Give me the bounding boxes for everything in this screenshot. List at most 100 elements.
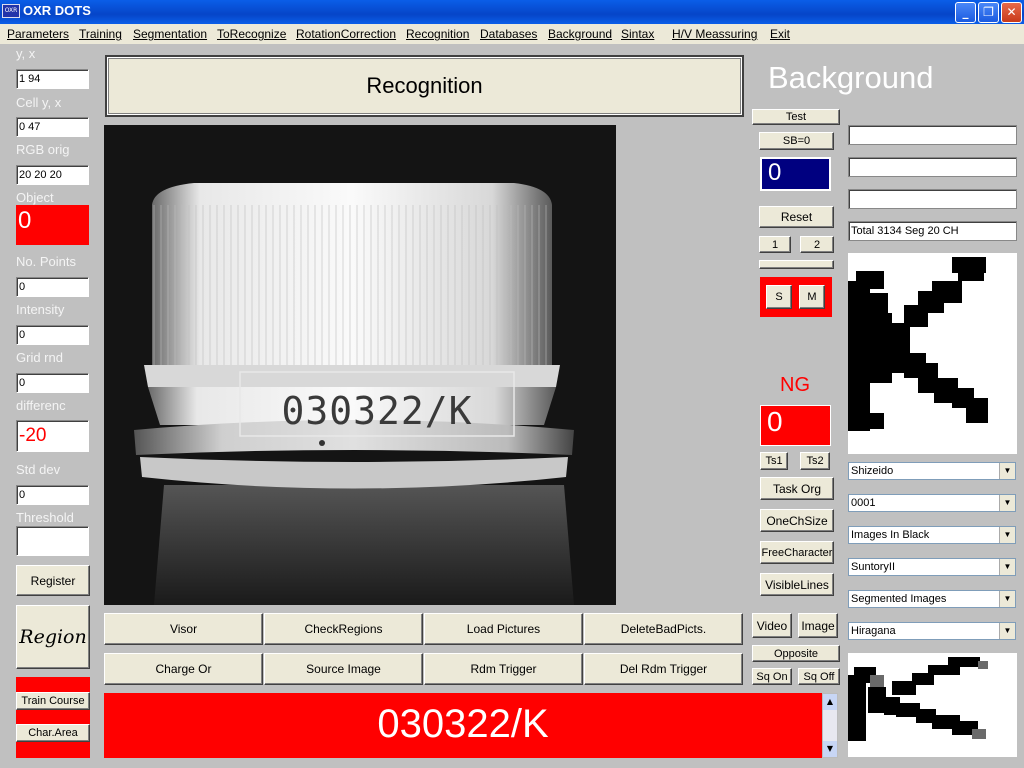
- points-field[interactable]: 0: [16, 277, 89, 297]
- minimize-button[interactable]: _: [955, 2, 976, 23]
- menu-exit[interactable]: Exit: [770, 27, 790, 41]
- train-course-button[interactable]: Train Course: [16, 692, 90, 710]
- menu-training[interactable]: Training: [79, 27, 122, 41]
- register-button[interactable]: Register: [16, 565, 90, 596]
- title-bar: OXR OXR DOTS _ ❐ ✕: [0, 0, 1024, 24]
- character-preview-large: [848, 253, 1017, 454]
- result-scrollbar[interactable]: ▲ ▼: [822, 693, 838, 758]
- character-k-small: [848, 657, 988, 741]
- std-label: Std dev: [16, 462, 61, 477]
- right-field-1[interactable]: [848, 125, 1017, 145]
- combo-code[interactable]: 0001 ▼: [848, 494, 1016, 512]
- grid-field[interactable]: 0: [16, 373, 89, 393]
- one-ch-size-button[interactable]: OneChSize: [760, 509, 834, 532]
- region-button[interactable]: Region: [16, 605, 90, 669]
- blank-slider-button[interactable]: [759, 260, 834, 269]
- combo-charset[interactable]: Hiragana ▼: [848, 622, 1016, 640]
- threshold-field[interactable]: [16, 526, 89, 556]
- yx-field[interactable]: 1 94: [16, 69, 89, 89]
- total-field: Total 3134 Seg 20 CH: [848, 221, 1017, 241]
- menu-parameters[interactable]: Parameters: [7, 27, 69, 41]
- menu-hv-measuring[interactable]: H/V Meassuring: [672, 27, 757, 41]
- std-field[interactable]: 0: [16, 485, 89, 505]
- sq-on-button[interactable]: Sq On: [752, 668, 792, 685]
- app-icon: OXR: [2, 4, 20, 18]
- reset-button[interactable]: Reset: [759, 206, 834, 228]
- dropdown-arrow-icon[interactable]: ▼: [999, 591, 1015, 607]
- m-button[interactable]: M: [799, 285, 825, 309]
- free-character-button[interactable]: FreeCharacter: [760, 541, 834, 564]
- menu-rotationcorrection[interactable]: RotationCorrection: [296, 27, 396, 41]
- menu-recognition[interactable]: Recognition: [406, 27, 469, 41]
- combo-company[interactable]: Shizeido ▼: [848, 462, 1016, 480]
- menu-databases[interactable]: Databases: [480, 27, 537, 41]
- combo-database[interactable]: SuntoryII ▼: [848, 558, 1016, 576]
- right-field-3[interactable]: [848, 189, 1017, 209]
- source-image-button[interactable]: Source Image: [264, 653, 423, 685]
- button-1[interactable]: 1: [759, 236, 791, 253]
- ts2-button[interactable]: Ts2: [800, 452, 830, 470]
- menu-bar: Parameters Training Segmentation ToRecog…: [0, 24, 1024, 44]
- red-status-block: [16, 677, 90, 758]
- intensity-field[interactable]: 0: [16, 325, 89, 345]
- grid-label: Grid rnd: [16, 350, 63, 365]
- background-title: Background: [768, 60, 934, 95]
- dropdown-arrow-icon[interactable]: ▼: [999, 623, 1015, 639]
- char-area-button[interactable]: Char.Area: [16, 724, 90, 742]
- yx-label: y, x: [16, 46, 36, 61]
- ts1-button[interactable]: Ts1: [760, 452, 788, 470]
- result-text: 030322/K: [104, 693, 822, 758]
- character-preview-small: [848, 653, 1017, 757]
- right-field-2[interactable]: [848, 157, 1017, 177]
- sq-off-button[interactable]: Sq Off: [798, 668, 840, 685]
- video-button[interactable]: Video: [752, 613, 792, 638]
- window-title: OXR DOTS: [23, 3, 91, 18]
- dropdown-arrow-icon[interactable]: ▼: [999, 527, 1015, 543]
- s-button[interactable]: S: [766, 285, 792, 309]
- image-button[interactable]: Image: [798, 613, 838, 638]
- combo-segment-mode[interactable]: Segmented Images ▼: [848, 590, 1016, 608]
- rgb-label: RGB orig: [16, 142, 70, 157]
- ng-value: 0: [760, 405, 831, 446]
- scroll-down-icon[interactable]: ▼: [823, 741, 837, 757]
- visible-lines-button[interactable]: VisibleLines: [760, 573, 834, 596]
- intensity-label: Intensity: [16, 302, 65, 317]
- threshold-label: Threshold: [16, 510, 74, 525]
- combo-image-mode[interactable]: Images In Black ▼: [848, 526, 1016, 544]
- dropdown-arrow-icon[interactable]: ▼: [999, 463, 1015, 479]
- rgb-field[interactable]: 20 20 20: [16, 165, 89, 185]
- object-value: 0: [16, 205, 89, 245]
- menu-sintax[interactable]: Sintax: [621, 27, 654, 41]
- check-regions-button[interactable]: CheckRegions: [264, 613, 423, 645]
- diff-field[interactable]: -20: [16, 420, 89, 452]
- cell-label: Cell y, x: [16, 95, 62, 110]
- counter-display: 0: [760, 157, 831, 191]
- cell-field[interactable]: 0 47: [16, 117, 89, 137]
- printed-code-text: 030322/K: [281, 389, 472, 433]
- load-pictures-button[interactable]: Load Pictures: [424, 613, 583, 645]
- scroll-up-icon[interactable]: ▲: [823, 694, 837, 710]
- points-label: No. Points: [16, 254, 76, 269]
- dropdown-arrow-icon[interactable]: ▼: [999, 495, 1015, 511]
- test-button[interactable]: Test: [752, 109, 840, 125]
- task-org-button[interactable]: Task Org: [760, 477, 834, 500]
- bottle-cap-svg: 030322/K: [104, 125, 616, 605]
- close-button[interactable]: ✕: [1001, 2, 1022, 23]
- menu-segmentation[interactable]: Segmentation: [133, 27, 207, 41]
- object-label: Object: [16, 190, 54, 205]
- diff-label: differenc: [16, 398, 66, 413]
- dropdown-arrow-icon[interactable]: ▼: [999, 559, 1015, 575]
- character-k-large: [848, 257, 988, 431]
- delete-bad-picts-button[interactable]: DeleteBadPicts.: [584, 613, 743, 645]
- opposite-button[interactable]: Opposite: [752, 645, 840, 662]
- recognition-title: Recognition: [105, 55, 744, 117]
- button-2[interactable]: 2: [800, 236, 834, 253]
- rdm-trigger-button[interactable]: Rdm Trigger: [424, 653, 583, 685]
- restore-button[interactable]: ❐: [978, 2, 999, 23]
- sb-button[interactable]: SB=0: [759, 132, 834, 150]
- charge-or-button[interactable]: Charge Or: [104, 653, 263, 685]
- visor-button[interactable]: Visor: [104, 613, 263, 645]
- menu-background[interactable]: Background: [548, 27, 612, 41]
- del-rdm-trigger-button[interactable]: Del Rdm Trigger: [584, 653, 743, 685]
- menu-torecognize[interactable]: ToRecognize: [217, 27, 286, 41]
